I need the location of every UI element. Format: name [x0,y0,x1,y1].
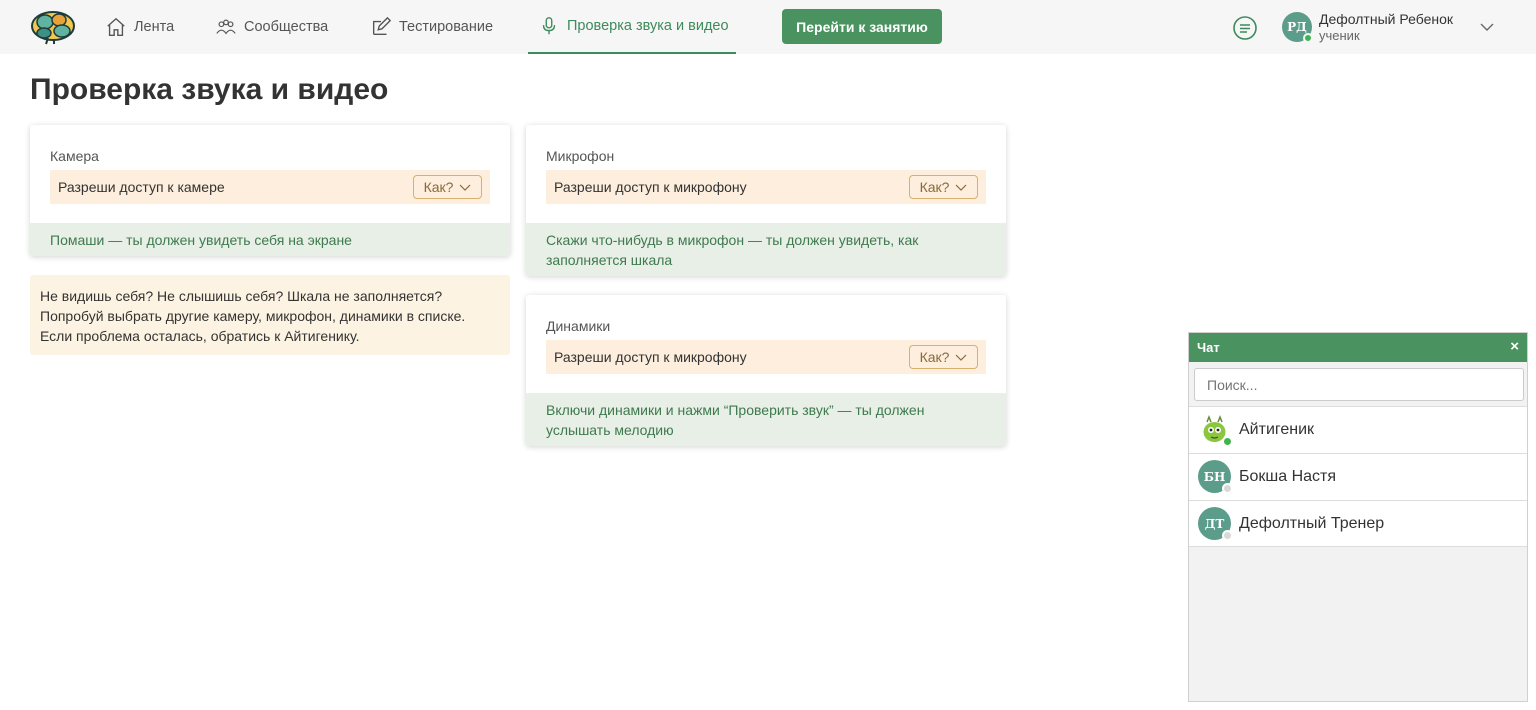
chevron-down-icon [459,184,471,191]
top-navigation-bar: Лента Сообщества Тестирование Проверка з… [0,0,1536,54]
offline-status-dot [1222,483,1233,494]
user-initials: РД [1287,20,1307,34]
offline-status-dot [1222,530,1233,541]
home-icon [107,17,125,36]
close-icon[interactable]: × [1510,338,1519,355]
contact-initials: БН [1203,469,1226,484]
contact-avatar: БН [1198,460,1233,494]
nav-item-testing[interactable]: Тестирование [370,0,493,54]
chat-icon[interactable] [1232,15,1258,41]
nav-item-label: Лента [134,19,175,35]
chat-contact-item[interactable]: ДТ Дефолтный Тренер [1189,500,1527,547]
notice-line: Не видишь себя? Не слышишь себя? Шкала н… [40,288,443,304]
how-label: Как? [919,349,950,365]
contact-name: Бокша Настя [1239,468,1337,485]
notice-line: Попробуй выбрать другие камеру, микрофон… [40,308,466,324]
chat-contact-item[interactable]: Айтигеник [1189,406,1527,453]
nav-item-communities[interactable]: Сообщества [215,0,328,54]
how-label: Как? [919,179,950,195]
go-to-lesson-button[interactable]: Перейти к занятию [782,9,942,44]
online-status-dot [1303,33,1313,43]
chat-search-input[interactable] [1194,368,1524,401]
user-name[interactable]: Дефолтный Ребенок [1319,11,1453,27]
microphone-how-button[interactable]: Как? [909,175,978,199]
user-avatar[interactable]: РД [1282,12,1313,43]
notice-line: Если проблема осталась, обратись к Айтиг… [40,328,360,344]
speakers-how-button[interactable]: Как? [909,345,978,369]
chevron-down-icon [955,184,967,191]
speakers-permission-row: Разреши доступ к микрофону Как? [546,340,986,374]
mascot-icon [1198,413,1233,447]
how-label: Как? [423,179,454,195]
contact-name: Айтигеник [1239,421,1315,438]
user-role: ученик [1319,28,1360,43]
microphone-permission-text: Разреши доступ к микрофону [554,179,747,195]
chat-title: Чат [1197,340,1220,355]
troubleshooting-notice: Не видишь себя? Не слышишь себя? Шкала н… [30,275,510,355]
speakers-label: Динамики [546,318,611,334]
brain-logo-icon[interactable] [28,8,78,46]
page-title: Проверка звука и видео [30,73,389,106]
chat-panel: Чат × Айтигеник БН Бокша Настя ДТ Дефо [1188,332,1528,702]
contact-name: Дефолтный Тренер [1239,515,1385,532]
camera-card: Камера Разреши доступ к камере Как? Пома… [30,125,510,256]
camera-permission-row: Разреши доступ к камере Как? [50,170,490,204]
speakers-hint: Включи динамики и нажми “Проверить звук”… [526,393,1006,446]
people-icon [216,19,236,35]
nav-item-label: Проверка звука и видео [567,18,729,34]
contact-avatar: ДТ [1198,507,1233,541]
microphone-permission-row: Разреши доступ к микрофону Как? [546,170,986,204]
nav-item-label: Сообщества [244,19,329,35]
contact-initials: ДТ [1204,516,1225,531]
edit-icon [372,16,392,36]
microphone-label: Микрофон [546,148,615,164]
camera-permission-text: Разреши доступ к камере [58,179,225,195]
microphone-card: Микрофон Разреши доступ к микрофону Как?… [526,125,1006,276]
speakers-card: Динамики Разреши доступ к микрофону Как?… [526,295,1006,446]
camera-how-button[interactable]: Как? [413,175,482,199]
camera-hint: Помаши — ты должен увидеть себя на экран… [30,223,510,256]
chat-contact-item[interactable]: БН Бокша Настя [1189,453,1527,500]
nav-item-sound-video-check[interactable]: Проверка звука и видео [528,0,736,54]
online-status-dot [1222,436,1233,447]
microphone-hint: Скажи что-нибудь в микрофон — ты должен … [526,223,1006,276]
nav-item-feed[interactable]: Лента [105,0,174,54]
chevron-down-icon[interactable] [1479,19,1495,35]
speakers-permission-text: Разреши доступ к микрофону [554,349,747,365]
nav-item-label: Тестирование [399,19,494,35]
chevron-down-icon [955,354,967,361]
camera-label: Камера [50,148,99,164]
chat-header: Чат × [1189,333,1527,362]
microphone-icon [542,17,556,35]
